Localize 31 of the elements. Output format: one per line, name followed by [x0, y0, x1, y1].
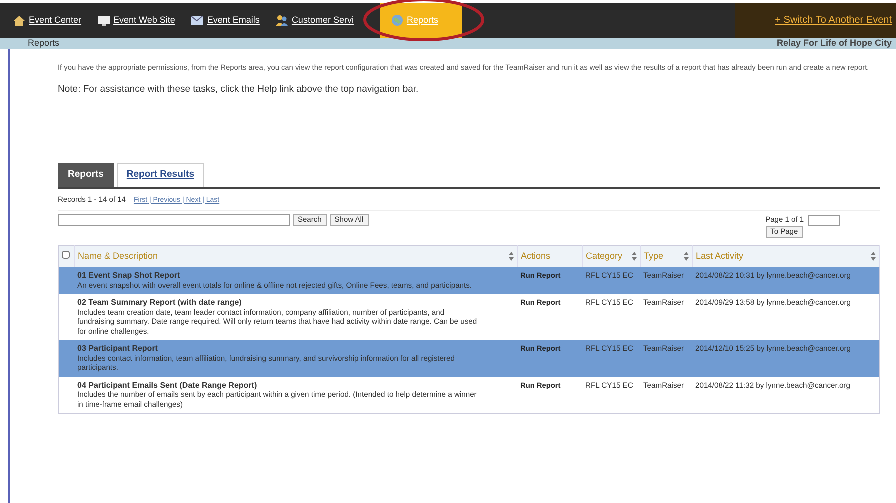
nav-link[interactable]: Event Emails [183, 3, 268, 38]
report-name: 02 Team Summary Report (with date range) [78, 298, 243, 308]
column-header: Actions [521, 250, 551, 263]
select-all-checkbox[interactable] [62, 250, 70, 259]
sort-icon[interactable] [871, 252, 876, 261]
nav-link[interactable]: Event Web Site [90, 3, 184, 38]
report-name: 03 Participant Report [78, 344, 159, 354]
event-name: Relay For Life of Hope City [776, 38, 892, 49]
column-header: Name & Description [78, 250, 158, 263]
search-field[interactable] [58, 214, 290, 226]
sort-icon[interactable] [684, 252, 689, 261]
monitor-icon [98, 16, 110, 26]
envelope-icon [191, 16, 204, 25]
globe-icon [392, 15, 403, 26]
report-name: 01 Event Snap Shot Report [78, 271, 182, 281]
column-header: Last Activity [696, 250, 744, 263]
sort-icon[interactable] [509, 252, 514, 261]
sort-icon[interactable] [632, 252, 637, 261]
column-header: Category [586, 250, 623, 263]
people-icon [276, 15, 288, 26]
nav-link[interactable]: Event Center [6, 3, 90, 38]
tab[interactable]: Report Results [116, 163, 204, 186]
page-title: Reports [28, 38, 60, 49]
column-header: Type [644, 250, 664, 263]
nav-link[interactable]: Customer Servi [268, 3, 362, 38]
note-text: Note: For assistance with these tasks, click the Help link above the top navigation bar. [58, 83, 420, 97]
report-name: 04 Participant Emails Sent (Date Range Report) [78, 380, 258, 390]
tab[interactable]: Reports [58, 163, 114, 186]
switch-event-link[interactable]: + Switch To Another Event [735, 3, 896, 38]
page-number-field[interactable] [808, 214, 840, 226]
house-icon [14, 16, 25, 26]
